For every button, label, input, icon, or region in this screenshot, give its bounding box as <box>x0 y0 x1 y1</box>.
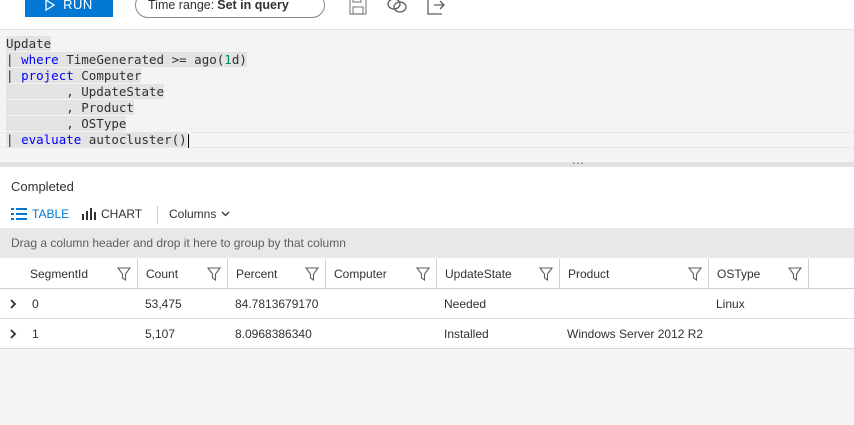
grid-empty-area <box>0 349 854 425</box>
code-token: Update <box>6 36 52 51</box>
expand-row-icon[interactable] <box>9 328 17 342</box>
play-icon <box>45 0 56 11</box>
column-header-label: UpdateState <box>445 267 512 281</box>
code-selection: | where TimeGenerated >= ago(1d) <box>6 52 247 67</box>
code-token: d) <box>231 52 247 67</box>
code-token: where <box>21 52 59 67</box>
pane-splitter[interactable] <box>0 162 854 167</box>
code-selection: , Product <box>6 100 134 115</box>
grid-header: SegmentId Count Percent Computer UpdateState… <box>0 259 854 289</box>
tab-divider <box>157 206 158 224</box>
code-line: | evaluate autocluster() <box>6 132 189 148</box>
filter-icon[interactable] <box>116 267 132 284</box>
table-cell: Linux <box>716 297 745 311</box>
group-by-drop-zone[interactable]: Drag a column header and drop it here to… <box>0 228 854 258</box>
column-header-count[interactable]: Count <box>138 259 228 289</box>
chevron-down-icon <box>221 211 230 217</box>
column-header-ostype[interactable]: OSType <box>709 259 809 289</box>
code-token: TimeGenerated >= ago( <box>58 52 225 67</box>
code-token: | <box>6 52 22 67</box>
table-cell <box>326 289 437 319</box>
column-header-updatestate[interactable]: UpdateState <box>437 259 560 289</box>
code-selection: , UpdateState <box>6 84 165 99</box>
table-row[interactable]: 0 53,475 84.7813679170 Needed Linux <box>0 289 854 319</box>
filter-icon[interactable] <box>415 267 431 284</box>
filter-icon[interactable] <box>304 267 320 284</box>
run-button-label: RUN <box>63 0 93 12</box>
link-icon[interactable] <box>386 0 407 16</box>
tab-chart-label: CHART <box>101 207 143 221</box>
code-selection: | evaluate autocluster() <box>6 132 187 147</box>
table-cell: 0 <box>32 297 39 311</box>
query-status: Completed <box>11 179 74 194</box>
table-cell: Windows Server 2012 R2 <box>567 327 704 341</box>
code-line: | where TimeGenerated >= ago(1d) <box>6 52 247 68</box>
column-header-product[interactable]: Product <box>560 259 709 289</box>
group-by-hint: Drag a column header and drop it here to… <box>11 236 346 250</box>
query-editor[interactable]: Update | where TimeGenerated >= ago(1d) | … <box>0 30 854 162</box>
code-token: , UpdateState <box>6 84 165 99</box>
column-header-label: Percent <box>236 267 278 281</box>
table-cell: 53,475 <box>145 297 182 311</box>
code-token: autocluster() <box>81 132 187 147</box>
bar-chart-icon <box>82 208 96 220</box>
table-cell: 1 <box>32 327 39 341</box>
tab-chart[interactable]: CHART <box>82 204 142 224</box>
table-cell: 84.7813679170 <box>235 297 319 311</box>
table-icon <box>11 208 27 220</box>
code-token: project <box>21 68 74 83</box>
table-cell <box>560 289 709 319</box>
splitter-handle[interactable]: ... <box>572 153 585 167</box>
filter-icon[interactable] <box>538 267 554 284</box>
expand-row-icon[interactable] <box>9 298 17 312</box>
export-icon[interactable] <box>426 0 446 16</box>
table-cell <box>709 319 809 349</box>
text-caret <box>187 133 189 148</box>
column-header-label: OSType <box>717 267 761 281</box>
column-header-percent[interactable]: Percent <box>228 259 326 289</box>
code-token: , Product <box>6 100 134 115</box>
code-line: , Product <box>6 100 134 116</box>
filter-icon[interactable] <box>687 267 703 284</box>
column-header-label: SegmentId <box>30 267 89 281</box>
code-line: | project Computer <box>6 68 142 84</box>
tab-table[interactable]: TABLE <box>11 204 69 224</box>
filter-icon[interactable] <box>787 267 803 284</box>
column-header-label: Computer <box>334 267 387 281</box>
column-header-label: Count <box>146 267 179 281</box>
save-icon[interactable] <box>348 0 368 16</box>
run-button[interactable]: RUN <box>25 0 113 17</box>
table-cell: 8.0968386340 <box>235 327 312 341</box>
code-token: evaluate <box>21 132 82 147</box>
code-selection: | project Computer <box>6 68 142 83</box>
code-line: , OSType <box>6 116 127 132</box>
table-cell: 5,107 <box>145 327 176 341</box>
table-cell: Needed <box>444 297 487 311</box>
tab-table-label: TABLE <box>32 207 70 221</box>
time-range-value: Set in query <box>217 0 289 12</box>
column-header-computer[interactable]: Computer <box>326 259 437 289</box>
code-line: Update <box>6 36 52 52</box>
column-header-label: Product <box>568 267 610 281</box>
column-header-segmentid[interactable]: SegmentId <box>22 259 138 289</box>
columns-dropdown[interactable]: Columns <box>169 204 230 224</box>
toolbar: RUN Time range: Set in query <box>0 0 854 30</box>
table-cell <box>326 319 437 349</box>
table-cell: Installed <box>444 327 489 341</box>
code-token: | <box>6 132 22 147</box>
code-token: , OSType <box>6 116 127 131</box>
table-row[interactable]: 1 5,107 8.0968386340 Installed Windows Serve… <box>0 319 854 349</box>
filter-icon[interactable] <box>206 267 222 284</box>
view-tabs: TABLE CHART Columns <box>0 204 854 226</box>
code-token: 1 <box>224 52 232 67</box>
code-selection: Update <box>6 36 52 51</box>
time-range-picker[interactable]: Time range: Set in query <box>135 0 325 18</box>
time-range-label: Time range: <box>148 0 215 12</box>
code-line: , UpdateState <box>6 84 165 100</box>
code-token: | <box>6 68 22 83</box>
columns-dropdown-label: Columns <box>169 207 217 221</box>
code-token: Computer <box>73 68 142 83</box>
code-selection: , OSType <box>6 116 127 131</box>
